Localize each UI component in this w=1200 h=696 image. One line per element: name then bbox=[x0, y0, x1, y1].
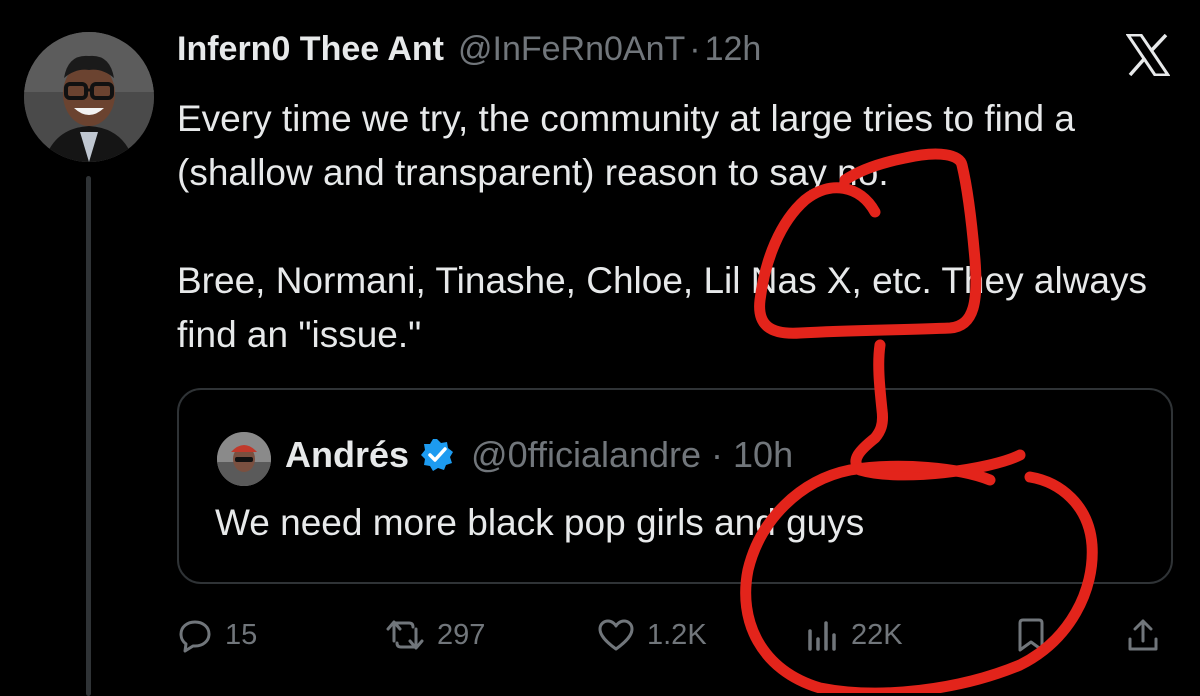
tweet-timestamp[interactable]: 12h bbox=[705, 30, 762, 69]
views-icon bbox=[808, 621, 836, 651]
author-handle[interactable]: @InFeRn0AnT bbox=[458, 30, 685, 69]
bookmark-icon bbox=[1018, 618, 1044, 652]
like-count: 1.2K bbox=[647, 618, 707, 651]
quoted-author-handle[interactable]: @0fficialandre · 10h bbox=[471, 434, 793, 476]
quoted-tweet-header: Andrés @0fficialandre · 10h bbox=[285, 434, 793, 476]
bookmark-button[interactable] bbox=[1015, 610, 1047, 660]
tweet-action-bar: 15 297 1.2K 22K bbox=[177, 610, 1177, 660]
author-avatar[interactable] bbox=[24, 32, 154, 162]
reply-button[interactable]: 15 bbox=[177, 610, 257, 660]
reply-icon bbox=[179, 620, 211, 653]
thread-connector-line bbox=[86, 176, 91, 696]
quoted-avatar-image bbox=[217, 432, 271, 486]
header-separator: · bbox=[689, 30, 701, 68]
views-button[interactable]: 22K bbox=[805, 610, 903, 660]
author-display-name[interactable]: Infern0 Thee Ant bbox=[177, 30, 444, 69]
reply-count: 15 bbox=[225, 618, 258, 651]
quoted-tweet-text: We need more black pop girls and guys bbox=[215, 502, 865, 543]
heart-icon bbox=[598, 619, 634, 651]
quoted-author-name[interactable]: Andrés bbox=[285, 434, 409, 476]
share-button[interactable] bbox=[1125, 610, 1161, 660]
tweet-paragraph-2: Bree, Normani, Tinashe, Chloe, Lil Nas X… bbox=[177, 260, 1147, 355]
verified-badge-icon bbox=[421, 439, 454, 471]
share-icon bbox=[1128, 619, 1158, 651]
repost-icon bbox=[386, 620, 424, 650]
avatar-image bbox=[24, 32, 154, 162]
x-logo-icon bbox=[1126, 34, 1170, 76]
tweet-header: Infern0 Thee Ant @InFeRn0AnT · 12h bbox=[177, 30, 761, 82]
tweet-text: Every time we try, the community at larg… bbox=[177, 92, 1177, 362]
repost-button[interactable]: 297 bbox=[385, 610, 485, 660]
like-button[interactable]: 1.2K bbox=[597, 610, 707, 660]
quoted-tweet-card[interactable]: Andrés @0fficialandre · 10h We need more… bbox=[177, 388, 1173, 584]
views-count: 22K bbox=[851, 618, 903, 651]
repost-count: 297 bbox=[437, 618, 486, 651]
tweet-paragraph-1: Every time we try, the community at larg… bbox=[177, 98, 1075, 193]
quoted-author-avatar bbox=[217, 432, 271, 486]
